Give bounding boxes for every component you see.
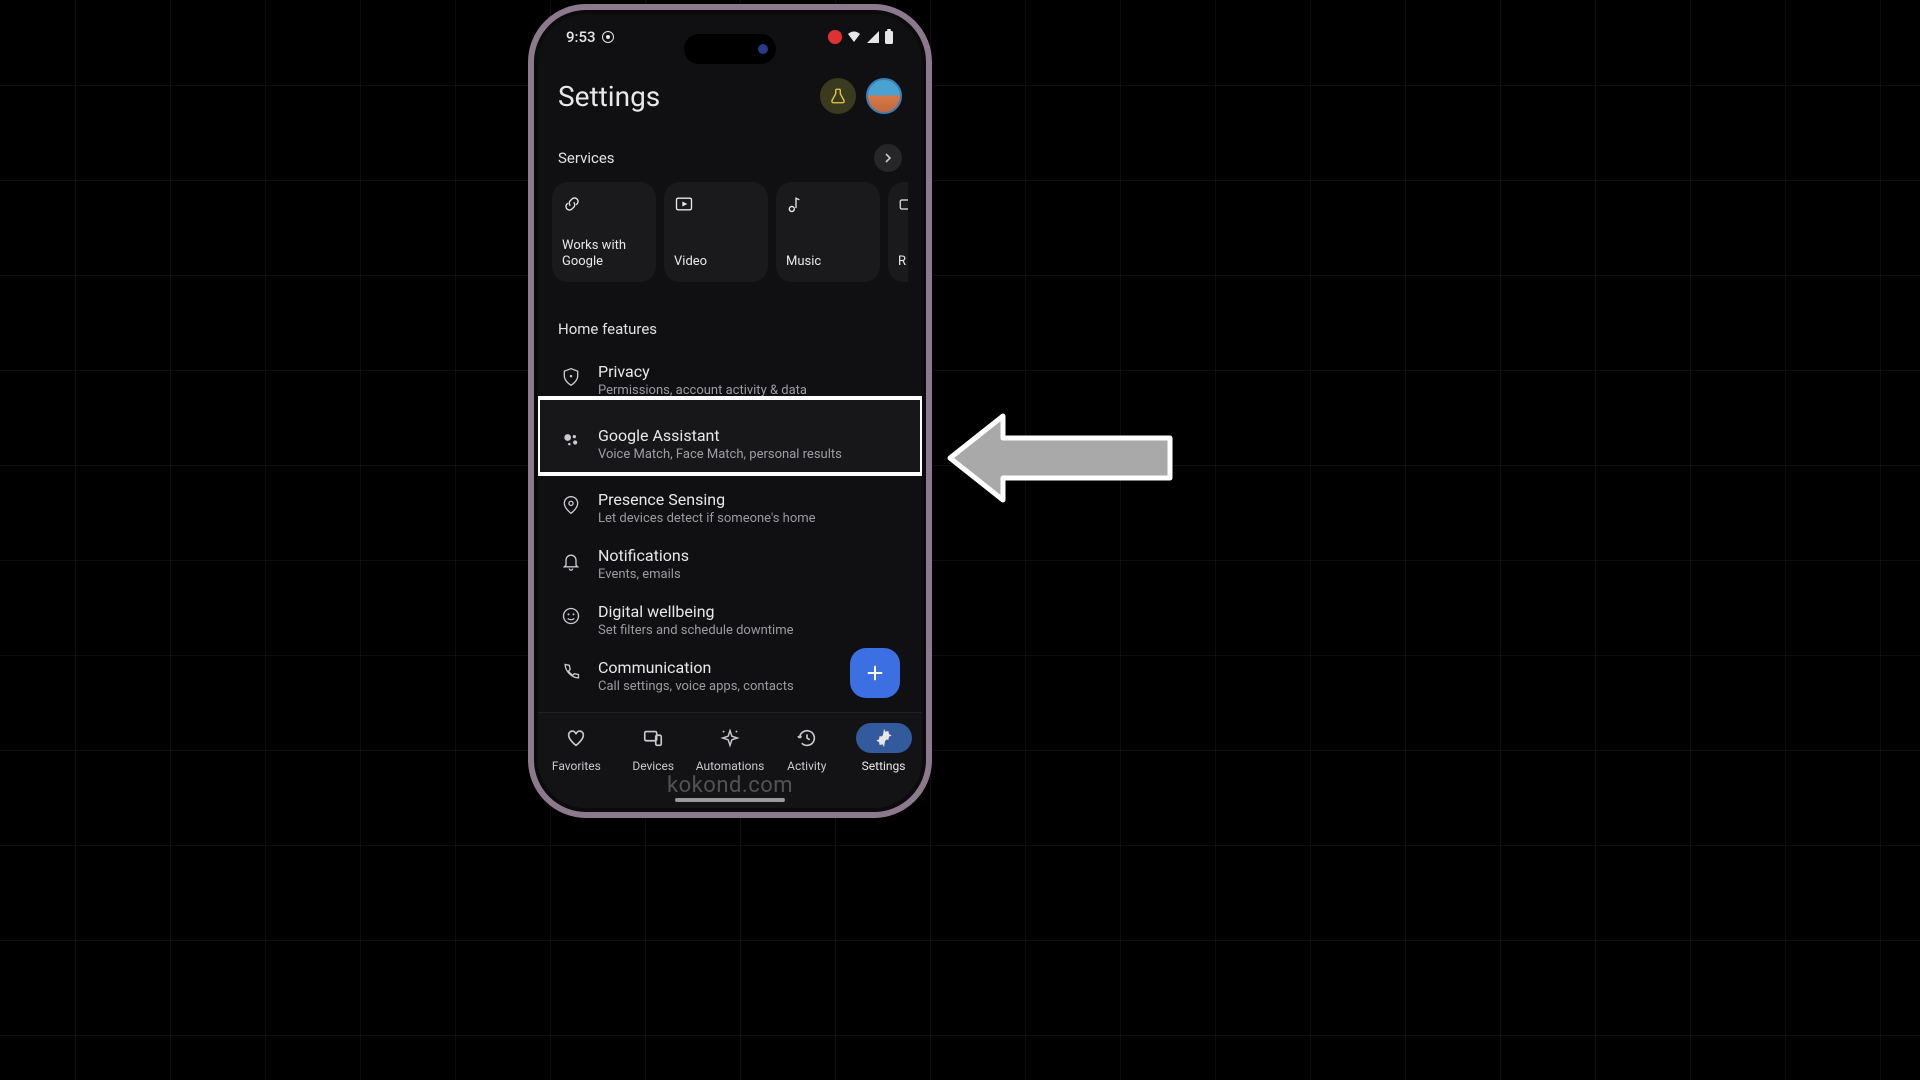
service-card-label: Works with Google: [562, 238, 646, 271]
gear-icon: [873, 727, 895, 749]
nav-label: Automations: [696, 759, 765, 773]
music-note-icon: [786, 194, 870, 214]
nav-label: Settings: [862, 759, 906, 773]
feature-row-privacy[interactable]: Privacy Permissions, account activity & …: [552, 352, 908, 408]
wifi-icon: [846, 30, 862, 44]
experiments-button[interactable]: [820, 78, 856, 114]
feature-row-google-assistant[interactable]: Google Assistant Voice Match, Face Match…: [552, 408, 908, 480]
beaker-icon: [829, 87, 847, 105]
phone-icon: [558, 658, 584, 682]
link-icon: [562, 194, 646, 214]
assistant-dots-icon: [558, 426, 584, 450]
nav-activity[interactable]: Activity: [771, 723, 843, 808]
home-indicator[interactable]: [675, 798, 785, 802]
feature-title: Presence Sensing: [598, 490, 816, 509]
devices-icon: [642, 727, 664, 749]
add-fab-button[interactable]: [850, 648, 900, 698]
history-icon: [796, 727, 818, 749]
nav-favorites[interactable]: Favorites: [540, 723, 612, 808]
service-card-more[interactable]: R: [888, 182, 908, 282]
background-grid: [0, 0, 1920, 1080]
nav-devices[interactable]: Devices: [617, 723, 689, 808]
nav-automations[interactable]: Automations: [694, 723, 766, 808]
nav-label: Devices: [632, 759, 674, 773]
camera-dot-icon: [758, 44, 768, 54]
bottom-nav: Favorites Devices Automations Activity S…: [538, 712, 922, 808]
feature-title: Google Assistant: [598, 426, 842, 445]
feature-subtitle: Set filters and schedule downtime: [598, 623, 794, 638]
home-features-label: Home features: [552, 290, 908, 352]
phone-screen: 9:53 Settings: [538, 14, 922, 808]
phone-frame: 9:53 Settings: [528, 4, 932, 818]
cellular-signal-icon: [866, 30, 880, 44]
services-label: Services: [558, 149, 615, 167]
location-pin-icon: [558, 490, 584, 516]
feature-subtitle: Let devices detect if someone's home: [598, 511, 816, 526]
wellbeing-icon: [558, 602, 584, 626]
services-section-header[interactable]: Services: [552, 126, 908, 182]
feature-subtitle: Events, emails: [598, 567, 689, 582]
sparkle-icon: [719, 727, 741, 749]
record-indicator-icon: [602, 31, 614, 43]
plus-icon: [864, 662, 886, 684]
feature-row-notifications[interactable]: Notifications Events, emails: [552, 536, 908, 592]
service-card-label: Video: [674, 254, 758, 270]
settings-content: Settings Services: [538, 54, 922, 704]
feature-title: Privacy: [598, 362, 807, 381]
feature-subtitle: Permissions, account activity & data: [598, 383, 807, 398]
service-card-label: Music: [786, 254, 870, 270]
feature-subtitle: Call settings, voice apps, contacts: [598, 679, 794, 694]
video-play-icon: [674, 194, 758, 214]
nav-settings[interactable]: Settings: [848, 723, 920, 808]
feature-row-presence-sensing[interactable]: Presence Sensing Let devices detect if s…: [552, 480, 908, 536]
shield-icon: [558, 362, 584, 388]
feature-subtitle: Voice Match, Face Match, personal result…: [598, 447, 842, 462]
status-time: 9:53: [566, 28, 596, 46]
services-carousel[interactable]: Works with Google Video Music: [552, 182, 908, 290]
bell-icon: [558, 546, 584, 572]
service-card-video[interactable]: Video: [664, 182, 768, 282]
page-header: Settings: [552, 54, 908, 126]
heart-icon: [565, 727, 587, 749]
service-card-music[interactable]: Music: [776, 182, 880, 282]
recording-badge-icon: [828, 30, 842, 44]
nav-label: Activity: [787, 759, 826, 773]
feature-title: Communication: [598, 658, 794, 677]
page-title: Settings: [558, 80, 660, 113]
service-card-label: R: [898, 254, 908, 270]
chevron-right-icon: [874, 144, 902, 172]
service-card-works-with-google[interactable]: Works with Google: [552, 182, 656, 282]
account-avatar[interactable]: [866, 78, 902, 114]
battery-icon: [884, 29, 894, 45]
nav-label: Favorites: [552, 759, 601, 773]
radio-icon: [898, 194, 908, 214]
feature-row-digital-wellbeing[interactable]: Digital wellbeing Set filters and schedu…: [552, 592, 908, 648]
feature-title: Digital wellbeing: [598, 602, 794, 621]
feature-title: Notifications: [598, 546, 689, 565]
